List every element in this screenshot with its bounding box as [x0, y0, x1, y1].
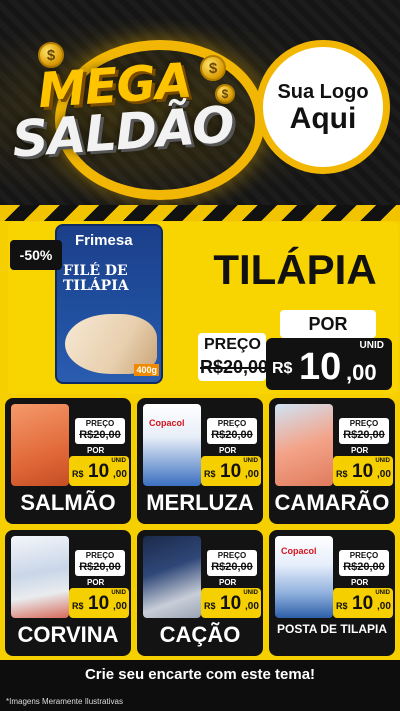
old-price-box: PREÇO R$20,00 — [207, 418, 257, 444]
price-integer: 10 — [352, 593, 374, 614]
price-decimal: ,00 — [245, 469, 259, 480]
coin-icon: $ — [200, 55, 226, 81]
merluza-package-image: Copacol — [143, 404, 201, 486]
price-integer: 10 — [88, 461, 110, 482]
product-card-camarao[interactable]: PREÇO R$20,00 POR UNID R$ 10 ,00 CAMARÃO — [269, 398, 395, 524]
currency-symbol: R$ — [336, 601, 348, 611]
price-decimal: ,00 — [245, 601, 259, 612]
preco-label: PREÇO — [349, 551, 379, 560]
old-price-value: R$20,00 — [211, 561, 253, 573]
product-card-salmao[interactable]: PREÇO R$20,00 POR UNID R$ 10 ,00 SALMÃO — [5, 398, 131, 524]
logo-placeholder[interactable]: Sua Logo Aqui — [256, 40, 390, 174]
por-label: POR — [219, 578, 237, 587]
unid-label: UNID — [243, 590, 258, 596]
preco-label: PREÇO — [85, 419, 115, 428]
footer-cta[interactable]: Crie seu encarte com este tema! — [0, 666, 400, 683]
old-price-value: R$20,00 — [79, 429, 121, 441]
featured-new-price: UNID R$ 10 ,00 — [266, 338, 392, 390]
price-decimal: ,00 — [113, 469, 127, 480]
por-label: POR — [87, 446, 105, 455]
old-price-box: PREÇO R$20,00 — [339, 418, 389, 444]
por-label: POR — [87, 578, 105, 587]
currency-symbol: R$ — [204, 469, 216, 479]
unid-label: UNID — [243, 458, 258, 464]
logo-line2: Aqui — [289, 101, 357, 135]
old-price-value: R$20,00 — [343, 561, 385, 573]
unid-label: UNID — [375, 458, 390, 464]
unid-label: UNID — [375, 590, 390, 596]
price-integer: 10 — [220, 461, 242, 482]
product-name: SALMÃO — [20, 490, 116, 515]
package-weight: 400g — [134, 364, 159, 376]
old-price-value: R$20,00 — [211, 429, 253, 441]
product-card-posta-tilapia[interactable]: Copacol PREÇO R$20,00 POR UNID R$ 10 ,00… — [269, 530, 395, 656]
price-integer: 10 — [220, 593, 242, 614]
currency-symbol: R$ — [204, 601, 216, 611]
old-price-value: R$20,00 — [79, 561, 121, 573]
new-price-box: UNID R$ 10 ,00 — [201, 456, 261, 486]
preco-label: PREÇO — [85, 551, 115, 560]
package-brand: Copacol — [149, 418, 185, 428]
new-price-box: UNID R$ 10 ,00 — [69, 456, 129, 486]
logo-line1: Sua Logo — [277, 80, 369, 103]
product-name: CORVINA — [17, 622, 119, 647]
product-card-cacao[interactable]: PREÇO R$20,00 POR UNID R$ 10 ,00 CAÇÃO — [137, 530, 263, 656]
camarao-package-image — [275, 404, 333, 486]
old-price-box: PREÇO R$20,00 — [339, 550, 389, 576]
product-name: POSTA DE TILAPIA — [276, 622, 387, 636]
featured-title: TILÁPIA — [213, 246, 377, 293]
package-name: FILÉ DE TILÁPIA — [63, 263, 129, 295]
por-label: POR — [219, 446, 237, 455]
package-brand: Copacol — [281, 546, 317, 556]
preco-label: PREÇO — [349, 419, 379, 428]
package-brand: Frimesa — [75, 232, 133, 249]
salmon-image — [11, 404, 69, 486]
new-price-box: UNID R$ 10 ,00 — [333, 588, 393, 618]
price-decimal: ,00 — [377, 469, 391, 480]
old-price-box: PREÇO R$20,00 — [75, 550, 125, 576]
product-name: MERLUZA — [146, 490, 254, 515]
currency-symbol: R$ — [336, 469, 348, 479]
preco-label: PREÇO — [217, 419, 247, 428]
header-banner: $ $ $ MEGA SALDÃO Sua Logo Aqui — [0, 0, 400, 205]
tilapia-package-image: Frimesa FILÉ DE TILÁPIA 400g — [55, 224, 163, 384]
product-card-merluza[interactable]: Copacol PREÇO R$20,00 POR UNID R$ 10 ,00… — [137, 398, 263, 524]
featured-por-label: POR — [280, 310, 376, 338]
unid-label: UNID — [111, 458, 126, 464]
product-card-corvina[interactable]: PREÇO R$20,00 POR UNID R$ 10 ,00 CORVINA — [5, 530, 131, 656]
new-price-box: UNID R$ 10 ,00 — [201, 588, 261, 618]
preco-label: PREÇO — [204, 336, 261, 353]
preco-label: PREÇO — [217, 551, 247, 560]
product-name: CAÇÃO — [159, 622, 241, 647]
currency-symbol: R$ — [72, 469, 84, 479]
posta-tilapia-package-image: Copacol — [275, 536, 333, 618]
old-price-box: PREÇO R$20,00 — [207, 550, 257, 576]
price-integer: 10 — [352, 461, 374, 482]
currency-symbol: R$ — [272, 360, 293, 377]
featured-old-price: PREÇO R$20,00 — [198, 333, 269, 381]
footer-disclaimer: *Imagens Meramente Ilustrativas — [6, 697, 123, 706]
hazard-stripe — [0, 205, 400, 221]
price-integer: 10 — [299, 346, 342, 388]
unid-label: UNID — [111, 590, 126, 596]
price-integer: 10 — [88, 593, 110, 614]
unid-label: UNID — [359, 340, 384, 351]
cacao-package-image — [143, 536, 201, 618]
new-price-box: UNID R$ 10 ,00 — [69, 588, 129, 618]
old-price-value: R$20,00 — [200, 357, 269, 377]
currency-symbol: R$ — [72, 601, 84, 611]
product-name: CAMARÃO — [274, 490, 390, 515]
old-price-value: R$20,00 — [343, 429, 385, 441]
corvina-package-image — [11, 536, 69, 618]
old-price-box: PREÇO R$20,00 — [75, 418, 125, 444]
price-decimal: ,00 — [346, 360, 377, 385]
discount-badge: -50% — [10, 240, 62, 270]
por-label: POR — [351, 578, 369, 587]
price-decimal: ,00 — [113, 601, 127, 612]
new-price-box: UNID R$ 10 ,00 — [333, 456, 393, 486]
por-label: POR — [351, 446, 369, 455]
price-decimal: ,00 — [377, 601, 391, 612]
